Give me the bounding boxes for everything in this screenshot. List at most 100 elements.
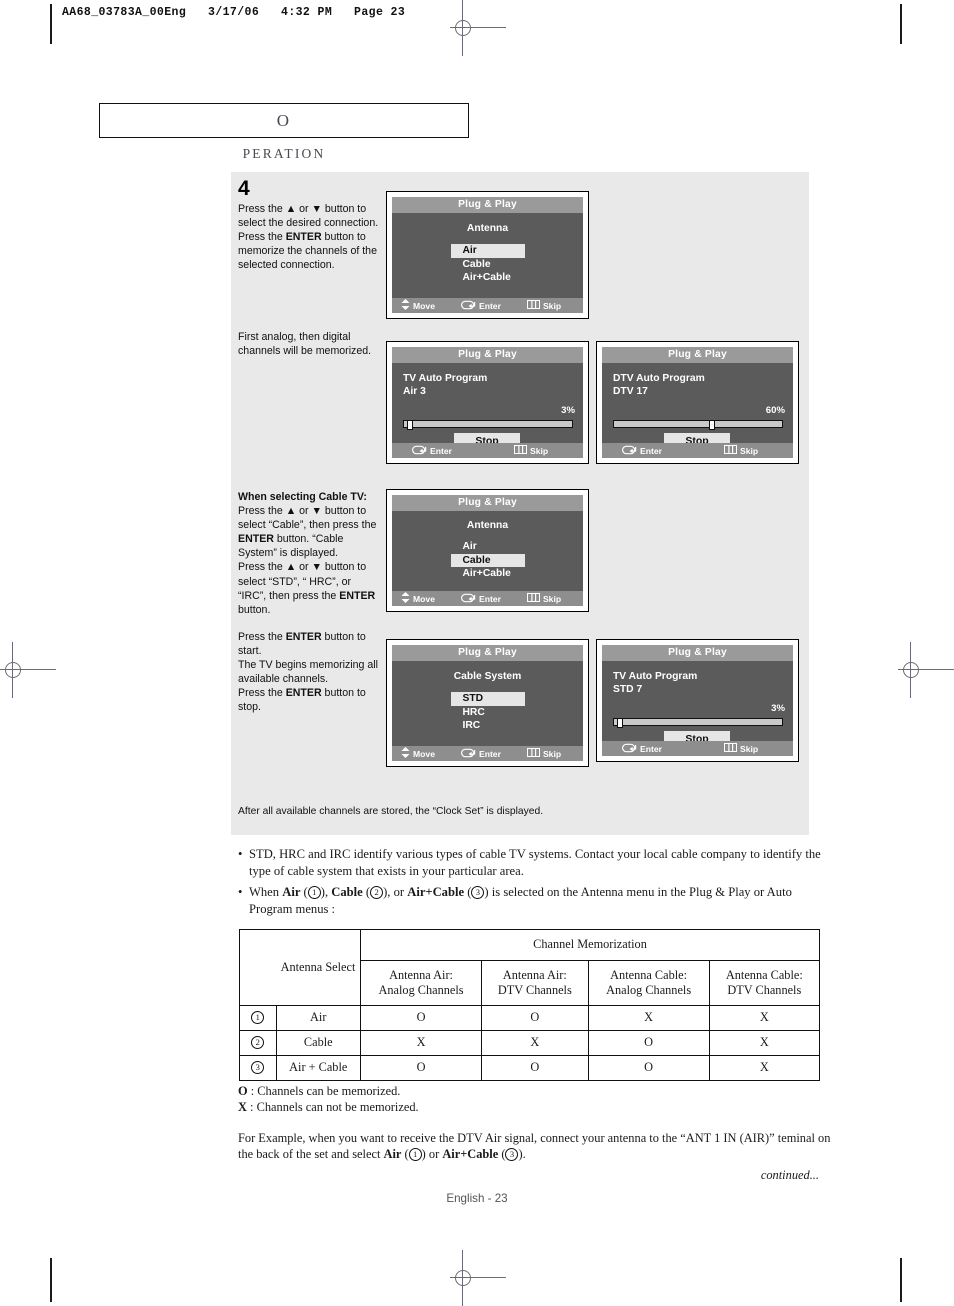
legend-x-key: X (238, 1100, 247, 1115)
menu-option-cable[interactable]: Cable (450, 553, 525, 567)
screen-title: Plug & Play (602, 645, 793, 661)
step-4-text-b: Press the ENTER button to memorize the c… (238, 230, 382, 272)
circled-number-3: 3 (251, 1061, 265, 1075)
program-line-1: TV Auto Program (613, 671, 698, 682)
up-down-arrow-icon (401, 592, 410, 605)
cable-tv-instructions: When selecting Cable TV: Press the ▲ or … (238, 490, 382, 714)
footer-skip-label: Skip (542, 593, 562, 604)
bullet-dot: • (238, 847, 243, 861)
cable-paragraph-2: Press the ▲ or ▼ button to select “STD”,… (238, 560, 382, 616)
registration-mark-bottom (450, 1250, 506, 1306)
b2-s5: ), or (383, 885, 408, 900)
footer-move[interactable]: Move (401, 592, 435, 605)
screen-tv-auto-program-std: Plug & Play TV Auto Program STD 7 3% Sto… (596, 639, 799, 762)
footer-enter[interactable]: Enter (412, 445, 452, 457)
subhead-antenna-air-analog: Antenna Air: Analog Channels (359, 960, 483, 1006)
row-2-col-1: X (359, 1030, 483, 1056)
footer-skip[interactable]: Skip (723, 445, 758, 456)
screen-body: TV Auto Program STD 7 3% Stop (602, 661, 793, 748)
progress-bar-knob[interactable] (709, 420, 715, 430)
row-1-col-2: O (481, 1005, 589, 1031)
footer-move-label: Move (413, 300, 435, 311)
row-1-col-4: X (708, 1005, 821, 1031)
subhead-antenna-air-dtv: Antenna Air: DTV Channels (481, 960, 589, 1006)
footer-skip[interactable]: Skip (723, 743, 759, 754)
enter-keyword: ENTER (285, 630, 322, 643)
footer-skip-label: Skip (542, 748, 562, 759)
row-2-number: 2 (239, 1030, 277, 1056)
step-number: 4 (238, 177, 250, 200)
row-2-col-3: O (587, 1030, 710, 1056)
progress-percent: 3% (561, 405, 575, 416)
enter-keyword: ENTER (285, 687, 322, 700)
crop-bar-bottom-left (50, 1258, 52, 1302)
subhead-antenna-cable-analog: Antenna Cable: Analog Channels (587, 960, 710, 1006)
step-4-text-a: Press the ▲ or ▼ button to select the de… (238, 203, 379, 230)
footer-skip-label: Skip (739, 743, 759, 754)
clock-set-note: After all available channels are stored,… (238, 806, 544, 817)
row-3-col-4: X (708, 1055, 821, 1081)
row-1-col-1: O (359, 1005, 483, 1031)
footer-move[interactable]: Move (401, 747, 435, 760)
menu-option-air-cable[interactable]: Air+Cable (451, 567, 525, 581)
footer-enter[interactable]: Enter (460, 748, 501, 760)
enter-keyword: ENTER (339, 589, 376, 602)
crop-bar-bottom-right (900, 1258, 902, 1302)
row-1-number: 1 (239, 1005, 277, 1031)
skip-bars-icon (526, 748, 540, 759)
table-row: 2 Cable X X O X (239, 1030, 821, 1056)
screen-footer-bar: Move Enter Skip (392, 298, 583, 313)
tv-screen: Plug & Play Antenna Air Cable Air+Cable … (392, 495, 583, 606)
program-line-1: TV Auto Program (403, 373, 488, 384)
menu-option-cable[interactable]: Cable (451, 258, 525, 272)
example-pre: For Example, when you want to receive th… (238, 1131, 831, 1162)
footer-skip[interactable]: Skip (513, 445, 548, 456)
footer-enter-label: Enter (430, 445, 452, 456)
footer-enter[interactable]: Enter (460, 593, 501, 605)
example-s5: ). (518, 1147, 526, 1162)
footer-enter[interactable]: Enter (460, 300, 501, 312)
progress-bar-knob[interactable] (407, 420, 413, 430)
footer-skip[interactable]: Skip (526, 300, 561, 311)
row-2-label: Cable (275, 1030, 361, 1056)
cable-p5-pre: Press the (238, 687, 286, 700)
menu-option-air-cable[interactable]: Air+Cable (451, 271, 525, 285)
up-down-arrow-icon (401, 747, 410, 760)
b2-s6: ( (464, 885, 472, 900)
footer-enter[interactable]: Enter (622, 445, 662, 457)
registration-mark-top (450, 0, 506, 56)
example-paragraph: For Example, when you want to receive th… (238, 1130, 838, 1163)
bullet-dot: • (238, 885, 243, 900)
subhead-antenna-cable-dtv: Antenna Cable: DTV Channels (708, 960, 821, 1006)
menu-option-air[interactable]: Air (450, 244, 525, 258)
row-1-label: Air (275, 1005, 361, 1031)
page-footer: English - 23 (446, 1192, 508, 1205)
footer-skip[interactable]: Skip (526, 748, 562, 759)
progress-bar (613, 718, 783, 728)
enter-keyword: ENTER (285, 231, 322, 244)
enter-button-icon (460, 300, 476, 312)
bullet-2-text: When Air (1), Cable (2), or Air+Cable (3… (249, 884, 826, 917)
menu-option-std[interactable]: STD (450, 692, 525, 706)
row-2-col-4: X (708, 1030, 821, 1056)
registration-mark-left (0, 642, 56, 698)
footer-enter-label: Enter (640, 743, 662, 754)
menu-option-hrc[interactable]: HRC (451, 706, 525, 720)
footer-move[interactable]: Move (401, 299, 435, 312)
footer-skip[interactable]: Skip (526, 593, 562, 604)
footer-enter[interactable]: Enter (622, 743, 662, 755)
progress-bar-knob[interactable] (617, 718, 623, 728)
air-keyword: Air (282, 885, 301, 900)
program-line-2: Air 3 (403, 386, 426, 397)
program-line-2: DTV 17 (613, 386, 648, 397)
enter-button-icon (460, 593, 476, 605)
b2-pre: When (249, 885, 283, 900)
skip-bars-icon (723, 445, 737, 456)
row-3-label: Air + Cable (275, 1055, 361, 1081)
menu-option-irc[interactable]: IRC (451, 719, 525, 733)
menu-option-air[interactable]: Air (451, 540, 525, 554)
footer-move-label: Move (413, 748, 435, 759)
example-s3: ) or (421, 1147, 443, 1162)
screen-body: TV Auto Program Air 3 3% Stop (392, 363, 583, 450)
page-title-rest: PERATION (242, 146, 326, 161)
